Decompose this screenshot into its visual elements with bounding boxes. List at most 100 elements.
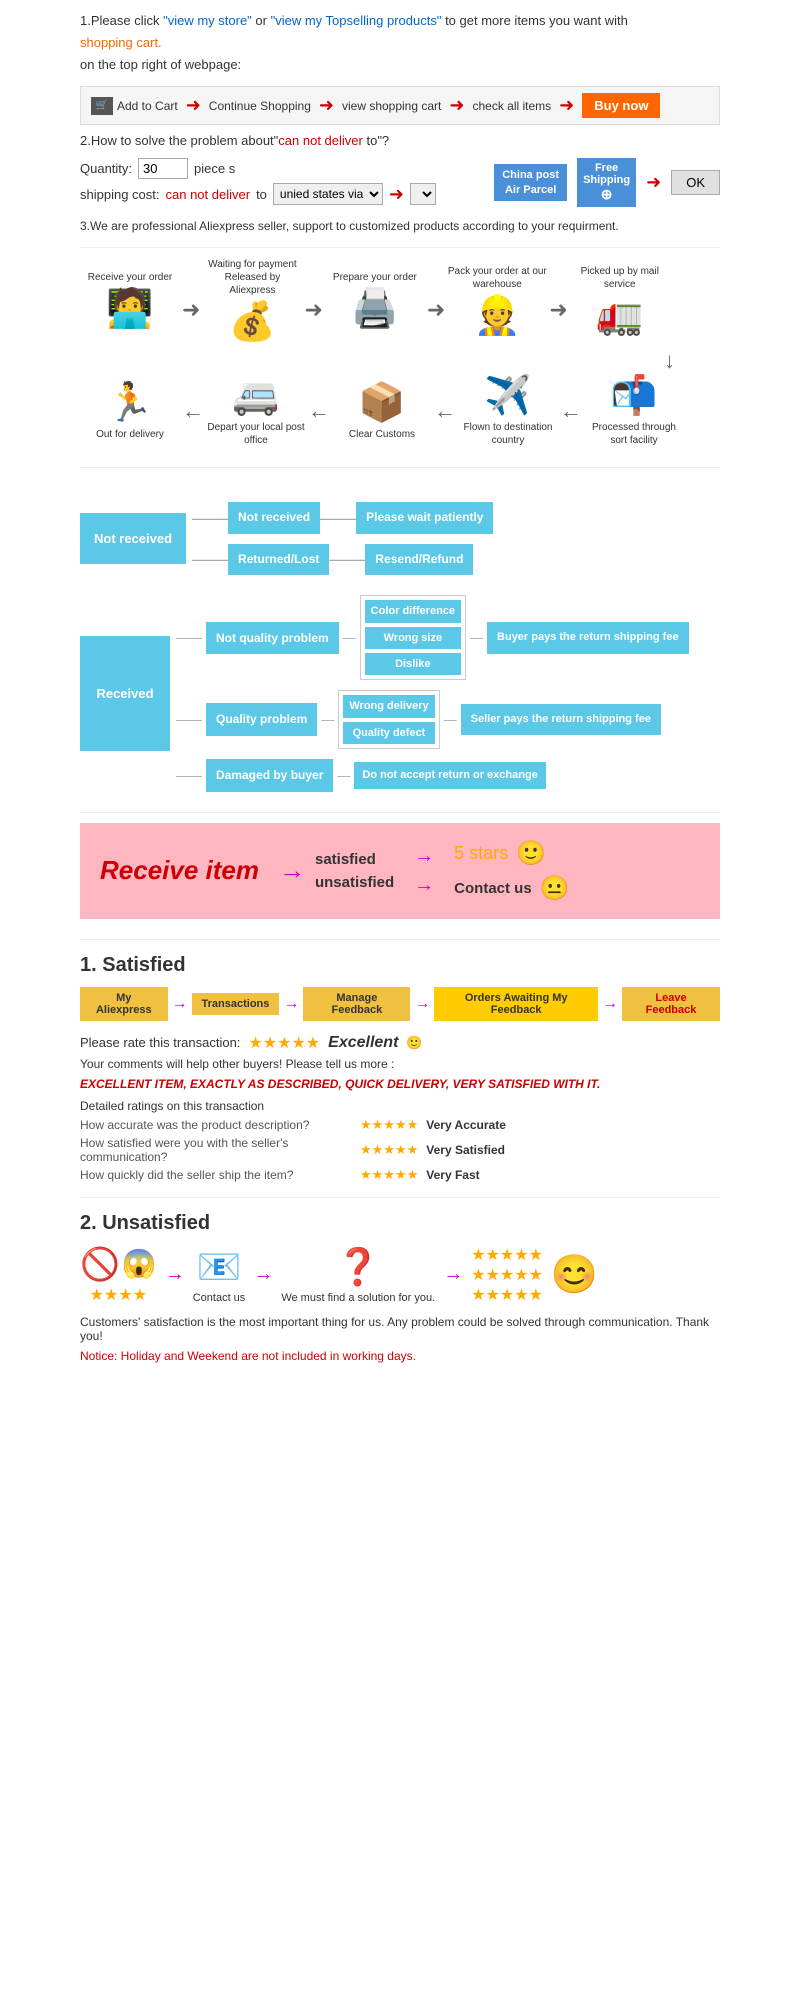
- section1-text1: 1.Please click: [80, 13, 163, 28]
- pink-main-arrow: →: [279, 855, 305, 886]
- solution-label: We must find a solution for you.: [281, 1292, 435, 1304]
- section3-text: 3.We are professional Aliexpress seller,…: [80, 219, 619, 233]
- divider-3: [80, 812, 720, 813]
- fb-step-orders-awaiting: Orders Awaiting My Feedback: [434, 987, 598, 1021]
- unsat-step-2: 📧 Contact us: [193, 1246, 246, 1304]
- smiley-2: 😐: [540, 874, 570, 903]
- free-shipping-box: FreeShipping ⊕: [577, 158, 636, 207]
- received-main: Received —— Not quality problem — Color …: [80, 595, 689, 791]
- ratings-label-1: How accurate was the product description…: [80, 1118, 360, 1132]
- fb-arrow-4: →: [602, 995, 618, 1013]
- satisfied-section: 1. Satisfied My Aliexpress → Transaction…: [80, 954, 720, 1183]
- flow-step-6-icon: 🏃: [106, 381, 153, 425]
- section2-left: Quantity: piece s shipping cost: can not…: [80, 154, 474, 209]
- section1-text3: to get more items you want with: [445, 13, 628, 28]
- shipping-arrow: ➜: [389, 184, 404, 205]
- quality-box: Quality problem: [206, 703, 317, 736]
- flow-step-5: Picked up by mail service 🚛: [570, 265, 670, 338]
- wrong-size-box: Wrong size: [365, 627, 461, 649]
- received-label: Received: [96, 686, 153, 701]
- flow-arr-1: ➜: [180, 279, 202, 323]
- topselling-link[interactable]: "view my Topselling products": [271, 13, 442, 28]
- flow-step-8-icon: 📦: [358, 381, 405, 425]
- not-received-block: Not received —— Not received —— Please w…: [80, 478, 720, 575]
- free-shipping-text: FreeShipping: [583, 162, 630, 186]
- flow-arr-5: ←: [180, 398, 206, 424]
- excellent-text: Excellent: [328, 1034, 398, 1052]
- rate-smiley: 🙂: [406, 1035, 422, 1051]
- shipping-row: shipping cost: can not deliver to unied …: [80, 183, 474, 205]
- cart-step-2: Continue Shopping: [209, 99, 311, 113]
- cart-icon: 🛒: [91, 97, 113, 115]
- section2-title-text1: 2.How to solve the problem about": [80, 133, 278, 148]
- ratings-value-2: Very Satisfied: [426, 1143, 505, 1157]
- five-stars-text: 5 stars: [454, 843, 508, 864]
- arrow-3: ➜: [449, 95, 464, 116]
- unsat-step-3: ❓ We must find a solution for you.: [281, 1246, 435, 1304]
- five-stars-row: 5 stars 🙂: [454, 839, 569, 868]
- fb-step-my-aliexpress: My Aliexpress: [80, 987, 168, 1021]
- section2-title: 2.How to solve the problem about"can not…: [80, 133, 720, 148]
- cart-step-4: check all items: [472, 99, 551, 113]
- flow-section: Receive your order 🧑‍💻 ➜ Waiting for pay…: [80, 258, 720, 447]
- divider-5: [80, 1197, 720, 1198]
- received-branches: —— Not quality problem — Color differenc…: [176, 595, 689, 791]
- unsatisfied-word: unsatisfied: [315, 874, 394, 891]
- ratings-stars-3: ★★★★★: [360, 1167, 418, 1183]
- flow-arr-8: ←: [558, 398, 584, 424]
- damaged-box: Damaged by buyer: [206, 759, 333, 792]
- no-return-box: Do not accept return or exchange: [354, 762, 545, 788]
- shipping-method-select[interactable]: [410, 183, 436, 205]
- flow-step-7: 🚐 Depart your local post office: [206, 374, 306, 447]
- cart-step-4-label: check all items: [472, 99, 551, 113]
- pink-arrow-1: →: [414, 845, 434, 868]
- result-stars-2: ★★★★★: [471, 1265, 543, 1285]
- quality-branch: —— Quality problem — Wrong delivery Qual…: [176, 690, 689, 749]
- comments-label: Your comments will help other buyers! Pl…: [80, 1057, 720, 1071]
- flow-step-1-label: Receive your order: [88, 271, 172, 284]
- ok-button[interactable]: OK: [671, 170, 720, 195]
- cart-steps-bar: 🛒 Add to Cart ➜ Continue Shopping ➜ view…: [80, 86, 720, 125]
- flow-top-row: Receive your order 🧑‍💻 ➜ Waiting for pay…: [80, 258, 720, 344]
- section1-text4: on the top right of webpage:: [80, 57, 241, 72]
- result-stars-3: ★★★★★: [471, 1285, 543, 1305]
- smiley-1: 🙂: [516, 839, 546, 868]
- view-store-link[interactable]: "view my store": [163, 13, 252, 28]
- not-received-lines: —— Not received —— Please wait patiently…: [192, 502, 493, 575]
- buy-now-button[interactable]: Buy now: [582, 93, 660, 118]
- quality-subs: Wrong delivery Quality defect: [338, 690, 439, 749]
- satisfied-word: satisfied: [315, 851, 394, 868]
- contact-us-row: Contact us 😐: [454, 874, 569, 903]
- color-diff-box: Color difference: [365, 600, 461, 622]
- pink-words: satisfied unsatisfied: [315, 851, 394, 891]
- shipping-select[interactable]: unied states via: [273, 183, 383, 205]
- flow-step-9-icon: ✈️: [484, 374, 531, 418]
- ok-arrow: ➜: [646, 172, 661, 193]
- unsat-step-1: 🚫 😱 ★★★★: [80, 1245, 157, 1305]
- divider-1: [80, 247, 720, 248]
- ratings-row-1: How accurate was the product description…: [80, 1117, 720, 1133]
- down-arrow-row: ↓: [80, 348, 720, 374]
- nr-branch2-result: Resend/Refund: [365, 544, 473, 576]
- nr-branch1-line: ——: [192, 508, 228, 529]
- damaged-branch: —— Damaged by buyer — Do not accept retu…: [176, 759, 689, 792]
- not-quality-branch: —— Not quality problem — Color differenc…: [176, 595, 689, 680]
- pink-arrows: → →: [414, 845, 434, 897]
- flow-step-4-label: Pack your order at our warehouse: [447, 265, 547, 291]
- china-post-box: China post Air Parcel: [494, 164, 567, 201]
- down-arrow: ↓: [664, 348, 675, 374]
- pink-arrow-2: →: [414, 874, 434, 897]
- flow-step-3: Prepare your order 🖨️: [325, 271, 425, 331]
- notice-text: Notice: Holiday and Weekend are not incl…: [80, 1349, 720, 1363]
- unsat-arrow-3: →: [443, 1263, 463, 1286]
- ratings-label-3: How quickly did the seller ship the item…: [80, 1168, 360, 1182]
- wrong-delivery-box: Wrong delivery: [343, 695, 434, 717]
- qty-input[interactable]: [138, 158, 188, 179]
- fb-arrow-3: →: [414, 995, 430, 1013]
- received-block: Received —— Not quality problem — Color …: [80, 595, 720, 791]
- flow-step-8: 📦 Clear Customs: [332, 381, 432, 441]
- quality-defect-box: Quality defect: [343, 722, 434, 744]
- section1-text2: or: [255, 13, 270, 28]
- flow-arr-7: ←: [432, 398, 458, 424]
- flow-arr-2: ➜: [302, 279, 324, 323]
